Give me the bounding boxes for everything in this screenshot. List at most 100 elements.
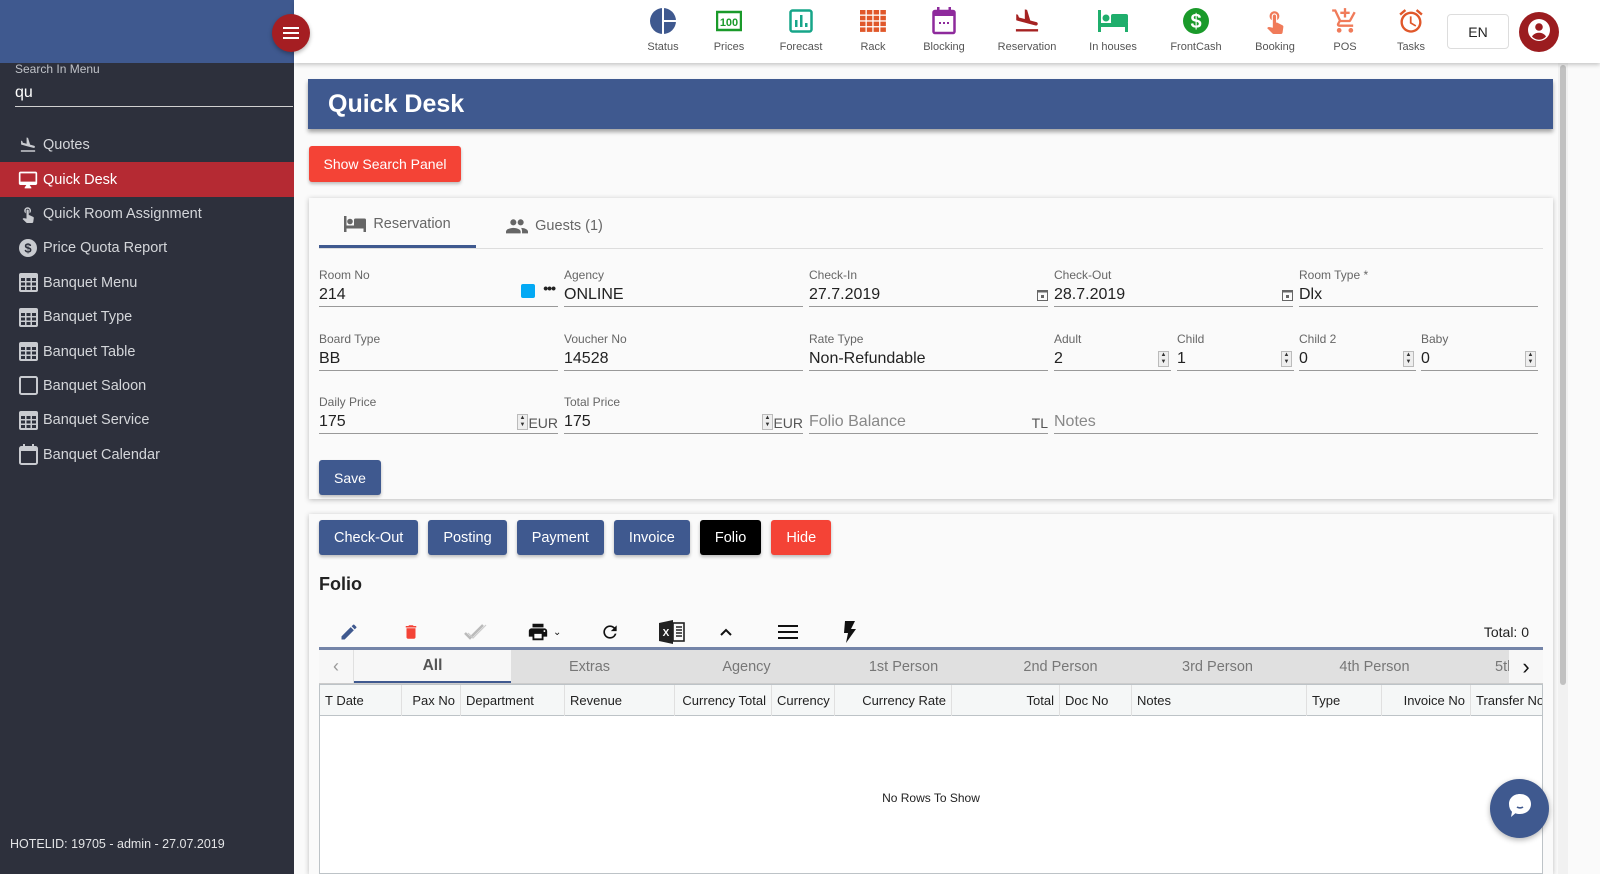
column-header[interactable]: T Date: [320, 685, 402, 716]
toolbar-reservation[interactable]: Reservation: [992, 6, 1062, 53]
column-header[interactable]: Revenue: [565, 685, 675, 716]
sidebar-item-label: Banquet Table: [43, 343, 136, 360]
search-menu-input[interactable]: [15, 80, 293, 107]
hide-button[interactable]: Hide: [771, 520, 832, 555]
column-header[interactable]: Transfer No: [1471, 685, 1542, 716]
invoice-button[interactable]: Invoice: [613, 520, 690, 555]
sidebar-item-banquet-saloon[interactable]: Banquet Saloon: [0, 369, 294, 403]
child2-stepper[interactable]: Child 2 0 ▲ ▼: [1299, 332, 1416, 382]
toolbar-rack[interactable]: Rack: [838, 6, 908, 53]
folio-tab-4th-person[interactable]: 4th Person: [1296, 650, 1453, 683]
show-search-panel-button[interactable]: Show Search Panel: [309, 146, 461, 182]
payment-button[interactable]: Payment: [516, 520, 604, 555]
chevron-down-icon[interactable]: ⌄: [553, 627, 561, 638]
column-header[interactable]: Notes: [1132, 685, 1307, 716]
column-header[interactable]: Total: [952, 685, 1060, 716]
sidebar-item-banquet-service[interactable]: Banquet Service: [0, 403, 294, 437]
daily-price-field[interactable]: Daily Price 175 ▲ ▼ EUR: [319, 395, 558, 445]
sidebar-item-banquet-type[interactable]: Banquet Type: [0, 300, 294, 334]
stepper-arrows[interactable]: ▲ ▼: [1158, 351, 1169, 367]
folio-tab-all[interactable]: All: [354, 650, 511, 683]
excel-export-icon[interactable]: X: [659, 620, 685, 644]
stepper-arrows[interactable]: ▲ ▼: [762, 414, 773, 430]
rate-type-field[interactable]: Rate Type Non-Refundable: [809, 332, 1048, 382]
folio-button[interactable]: Folio: [699, 520, 762, 555]
user-menu-button[interactable]: [1519, 12, 1559, 52]
toolbar-status[interactable]: Status: [628, 6, 698, 53]
posting-button[interactable]: Posting: [428, 520, 507, 555]
column-header[interactable]: Doc No: [1060, 685, 1132, 716]
check-out-field[interactable]: Check-Out 28.7.2019: [1054, 268, 1293, 318]
child-stepper[interactable]: Child 1 ▲ ▼: [1177, 332, 1294, 382]
folio-tab-extras[interactable]: Extras: [511, 650, 668, 683]
toolbar-booking[interactable]: Booking: [1240, 6, 1310, 53]
column-header[interactable]: Invoice No: [1382, 685, 1471, 716]
column-header[interactable]: Type: [1307, 685, 1382, 716]
folio-tab-1st-person[interactable]: 1st Person: [825, 650, 982, 683]
calendar-icon[interactable]: [1282, 288, 1293, 306]
total-price-field[interactable]: Total Price 175 ▲ ▼ EUR: [564, 395, 803, 445]
toolbar-blocking[interactable]: Blocking: [909, 6, 979, 53]
sidebar-item-quick-desk[interactable]: Quick Desk: [0, 162, 294, 197]
tab-reservation[interactable]: Reservation: [319, 203, 476, 248]
check-in-field[interactable]: Check-In 27.7.2019: [809, 268, 1048, 318]
sidebar-item-price-quota-report[interactable]: $ Price Quota Report: [0, 231, 294, 265]
menu-lines-icon[interactable]: [778, 620, 798, 644]
sidebar-item-banquet-menu[interactable]: Banquet Menu: [0, 266, 294, 300]
column-header[interactable]: Department: [461, 685, 565, 716]
sidebar-item-label: Price Quota Report: [43, 240, 168, 257]
toolbar-prices[interactable]: 100 Prices: [694, 6, 764, 53]
room-no-field[interactable]: Room No 214 •••: [319, 268, 558, 318]
print-icon[interactable]: ⌄: [526, 620, 561, 644]
column-header[interactable]: Currency Rate: [835, 685, 952, 716]
stepper-arrows[interactable]: ▲ ▼: [1281, 351, 1292, 367]
stepper-arrows[interactable]: ▲ ▼: [1525, 351, 1536, 367]
agency-field[interactable]: Agency ONLINE: [564, 268, 803, 318]
sidebar-item-label: Banquet Type: [43, 309, 133, 326]
column-header[interactable]: Currency: [772, 685, 835, 716]
calendar-icon[interactable]: [1037, 288, 1048, 306]
delete-icon[interactable]: [402, 620, 420, 644]
chevron-right-icon[interactable]: ›: [1509, 650, 1543, 683]
toolbar-forecast[interactable]: Forecast: [766, 6, 836, 53]
rack-grid-icon: [838, 6, 908, 36]
sidebar-item-quotes[interactable]: Quotes: [0, 128, 294, 162]
column-header[interactable]: Pax No: [402, 685, 461, 716]
chat-button[interactable]: [1490, 779, 1549, 838]
folio-tab-3rd-person[interactable]: 3rd Person: [1139, 650, 1296, 683]
approve-icon[interactable]: [463, 620, 487, 644]
menu-toggle-button[interactable]: [272, 14, 310, 52]
voucher-no-field[interactable]: Voucher No 14528: [564, 332, 803, 382]
notes-field[interactable]: Notes: [1054, 395, 1538, 445]
board-type-field[interactable]: Board Type BB: [319, 332, 558, 382]
baby-stepper[interactable]: Baby 0 ▲ ▼: [1421, 332, 1538, 382]
scrollbar-thumb[interactable]: [1560, 65, 1566, 685]
chevron-left-icon[interactable]: ‹: [319, 650, 353, 683]
check-out-button[interactable]: Check-Out: [319, 520, 419, 555]
room-type-field[interactable]: Room Type * Dlx: [1299, 268, 1538, 318]
sidebar-item-banquet-calendar[interactable]: Banquet Calendar: [0, 438, 294, 472]
adult-stepper[interactable]: Adult 2 ▲ ▼: [1054, 332, 1171, 382]
toolbar-frontcash[interactable]: $ FrontCash: [1161, 6, 1231, 53]
save-button[interactable]: Save: [319, 460, 381, 495]
toolbar-pos[interactable]: POS: [1310, 6, 1380, 53]
chevron-up-icon[interactable]: [719, 620, 733, 644]
toolbar-tasks[interactable]: Tasks: [1376, 6, 1446, 53]
tab-guests[interactable]: Guests (1): [476, 203, 633, 248]
edit-icon[interactable]: [339, 620, 359, 644]
page-scrollbar[interactable]: [1558, 63, 1568, 874]
stepper-arrows[interactable]: ▲ ▼: [517, 414, 528, 430]
svg-text:100: 100: [720, 17, 738, 29]
toolbar-in-houses[interactable]: In houses: [1078, 6, 1148, 53]
sidebar-item-quick-room-assignment[interactable]: Quick Room Assignment: [0, 197, 294, 231]
folio-tab-2nd-person[interactable]: 2nd Person: [982, 650, 1139, 683]
sidebar-item-banquet-table[interactable]: Banquet Table: [0, 334, 294, 368]
column-header[interactable]: Currency Total: [675, 685, 772, 716]
refresh-icon[interactable]: [600, 620, 620, 644]
folio-balance-field[interactable]: Folio Balance TL: [809, 395, 1048, 445]
folio-tab-agency[interactable]: Agency: [668, 650, 825, 683]
language-button[interactable]: EN: [1447, 14, 1509, 49]
stepper-arrows[interactable]: ▲ ▼: [1403, 351, 1414, 367]
flash-icon[interactable]: [843, 620, 857, 644]
more-options-icon[interactable]: •••: [543, 280, 556, 296]
